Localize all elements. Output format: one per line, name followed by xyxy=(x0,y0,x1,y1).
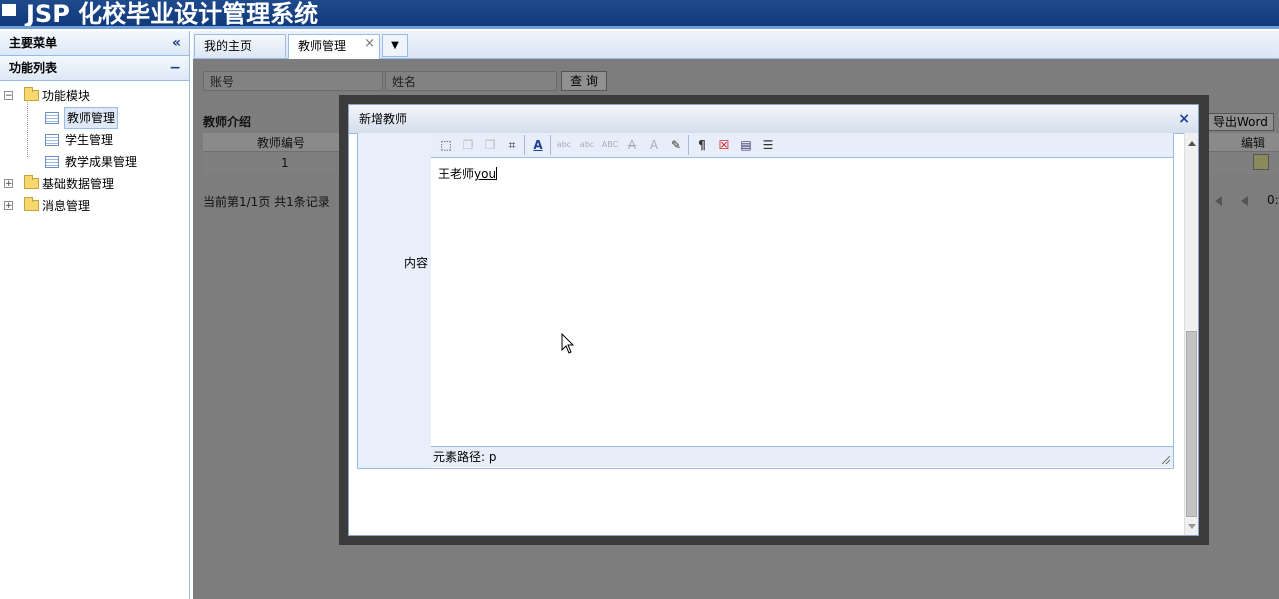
scroll-down-icon[interactable] xyxy=(1188,524,1196,529)
first-page-icon[interactable] xyxy=(1215,196,1222,206)
paste-icon[interactable]: ❐ xyxy=(481,136,499,154)
paragraph-icon[interactable]: ¶ xyxy=(693,136,711,154)
folder-open-icon xyxy=(24,87,39,101)
pager-tail: 0: xyxy=(1267,193,1279,207)
text-caret xyxy=(496,167,498,180)
toolbar-separator xyxy=(688,135,689,155)
layout-icon[interactable]: ▤ xyxy=(737,136,755,154)
tab-teacher-management[interactable]: 教师管理 × xyxy=(288,34,380,59)
expand-toggle-icon[interactable]: + xyxy=(4,179,13,189)
column-header: 教师编号 xyxy=(257,136,306,150)
element-path-bar: 元素路径: p xyxy=(431,446,1173,467)
expand-toggle-icon[interactable]: + xyxy=(4,201,13,211)
rich-text-editor[interactable]: ⬚ ❐ ❐ ⌗ A abc abc ABC A A ✎ ¶ ☒ ▤ ☰ 王老师y… xyxy=(431,133,1173,468)
list-page-icon xyxy=(45,112,59,124)
superscript-icon[interactable]: abc xyxy=(555,136,573,154)
export-word-button[interactable]: 导出Word xyxy=(1208,113,1274,131)
chevron-down-icon: ▼ xyxy=(391,40,399,51)
account-search-input[interactable]: 账号 xyxy=(203,71,383,91)
dialog-scrollbar[interactable] xyxy=(1184,133,1198,535)
select-all-icon[interactable]: ⬚ xyxy=(437,136,455,154)
copy-icon[interactable]: ❐ xyxy=(459,136,477,154)
pager-info: 当前第1/1页 共1条记录 xyxy=(203,195,330,209)
tree-node-teaching-results[interactable]: 教学成果管理 xyxy=(0,151,189,173)
subscript-icon[interactable]: abc xyxy=(578,136,596,154)
strikethrough-icon[interactable]: A xyxy=(623,136,641,154)
clear-format-icon[interactable]: ☒ xyxy=(715,136,733,154)
crop-icon[interactable]: ⌗ xyxy=(503,136,521,154)
toolbar-separator xyxy=(524,135,525,155)
tree-label: 功能模块 xyxy=(42,89,91,103)
tree-node-basic-data[interactable]: + 基础数据管理 xyxy=(0,173,189,195)
tree-label: 教师管理 xyxy=(64,107,119,129)
close-icon[interactable]: × xyxy=(364,33,375,55)
content-field-label: 内容 xyxy=(404,256,429,270)
tab-home[interactable]: 我的主页 xyxy=(194,34,286,57)
main-menu-header: 主要菜单 « xyxy=(0,31,189,56)
dialog-title-bar: 新增教师 × xyxy=(349,105,1198,134)
collapse-icon[interactable]: « xyxy=(172,31,181,55)
font-style-icon[interactable]: A xyxy=(529,136,547,154)
column-header: 编辑 xyxy=(1241,136,1266,150)
folder-icon xyxy=(24,175,39,189)
tab-bar: 我的主页 教师管理 × ▼ xyxy=(193,31,1279,59)
font-color-icon[interactable]: A xyxy=(645,136,663,154)
smallcaps-icon[interactable]: ABC xyxy=(601,136,619,154)
function-list-header: 功能列表 − xyxy=(0,56,189,81)
main-menu-title: 主要菜单 xyxy=(9,36,58,50)
app-title: JSP 化校毕业设计管理系统 xyxy=(26,0,319,28)
minimize-icon[interactable]: − xyxy=(169,56,181,80)
dialog-title: 新增教师 xyxy=(359,112,408,126)
list-page-icon xyxy=(45,134,59,146)
editor-toolbar: ⬚ ❐ ❐ ⌗ A abc abc ABC A A ✎ ¶ ☒ ▤ ☰ xyxy=(431,133,1173,158)
editor-text-underlined: you xyxy=(474,167,497,181)
element-path-text: 元素路径: p xyxy=(433,450,497,464)
name-search-input[interactable]: 姓名 xyxy=(385,71,557,91)
dialog-form: 内容 ⬚ ❐ ❐ ⌗ A abc abc ABC A A ✎ ¶ ☒ ▤ ☰ 王… xyxy=(357,133,1174,469)
tab-label: 教师管理 xyxy=(298,39,347,53)
close-icon[interactable]: × xyxy=(1178,105,1190,133)
tree-node-student-management[interactable]: 学生管理 xyxy=(0,129,189,151)
folder-icon xyxy=(24,197,39,211)
logo-icon xyxy=(2,4,16,16)
tab-menu-dropdown[interactable]: ▼ xyxy=(382,34,408,57)
function-list-title: 功能列表 xyxy=(9,61,58,75)
list-page-icon xyxy=(45,156,59,168)
scroll-up-icon[interactable] xyxy=(1188,141,1196,146)
tree-label: 基础数据管理 xyxy=(42,177,115,191)
left-panel: 主要菜单 « 功能列表 − − 功能模块 教师管理 学生管理 教学成果管理 + … xyxy=(0,31,190,599)
format-painter-icon[interactable]: ✎ xyxy=(667,136,685,154)
tab-label: 我的主页 xyxy=(204,39,253,53)
section-title: 教师介绍 xyxy=(203,115,252,129)
prev-page-icon[interactable] xyxy=(1241,196,1248,206)
tree-node-teacher-management[interactable]: 教师管理 xyxy=(0,107,189,129)
editor-content[interactable]: 王老师you xyxy=(438,165,498,182)
table-cell: 1 xyxy=(281,156,289,170)
toolbar-separator xyxy=(550,135,551,155)
tree-node-message-management[interactable]: + 消息管理 xyxy=(0,195,189,217)
edit-icon[interactable] xyxy=(1253,154,1269,170)
app-header: JSP 化校毕业设计管理系统 xyxy=(0,0,1279,29)
mouse-pointer-icon xyxy=(561,333,575,354)
tree-label: 学生管理 xyxy=(65,133,114,147)
tree-node-function-module[interactable]: − 功能模块 xyxy=(0,85,189,107)
tree-label: 教学成果管理 xyxy=(65,155,138,169)
query-button[interactable]: 查 询 xyxy=(561,71,607,91)
page-break-icon[interactable]: ☰ xyxy=(759,136,777,154)
scrollbar-thumb[interactable] xyxy=(1186,331,1197,517)
function-tree: − 功能模块 教师管理 学生管理 教学成果管理 + 基础数据管理 + 消息管理 xyxy=(0,81,189,217)
new-teacher-dialog: 新增教师 × 内容 ⬚ ❐ ❐ ⌗ A abc abc ABC A A ✎ ¶ xyxy=(348,104,1199,536)
collapse-toggle-icon[interactable]: − xyxy=(4,91,13,101)
tree-label: 消息管理 xyxy=(42,199,91,213)
editor-text: 王老师 xyxy=(438,167,475,181)
label-column: 内容 xyxy=(358,133,432,468)
resize-grip-icon[interactable] xyxy=(1162,456,1170,464)
